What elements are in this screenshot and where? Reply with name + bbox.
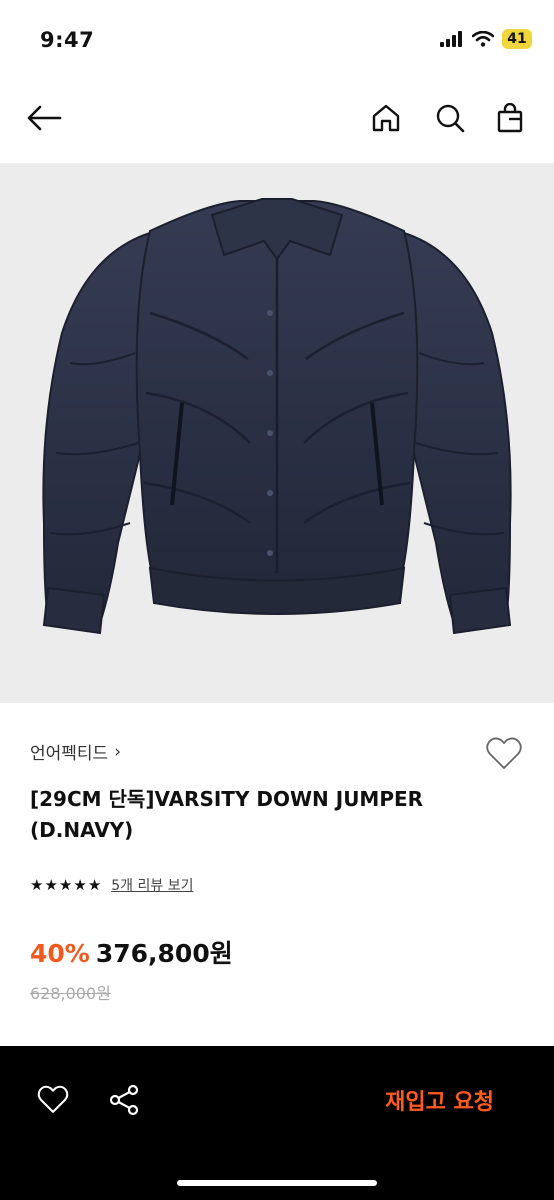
jacket-illustration <box>42 198 512 635</box>
bag-button[interactable] <box>490 98 530 138</box>
star-rating: ★ ★ ★ ★ ★ <box>30 876 101 894</box>
like-button[interactable] <box>31 1078 75 1122</box>
brand-link[interactable]: 언어펙티드 › <box>30 739 122 765</box>
search-icon <box>436 104 465 133</box>
status-icons: 41 <box>440 29 532 49</box>
product-image[interactable] <box>0 163 554 703</box>
discount-rate: 40% <box>30 939 90 968</box>
star-icon: ★ <box>44 876 58 894</box>
search-button[interactable] <box>430 98 470 138</box>
brand-name: 언어펙티드 <box>30 744 109 764</box>
product-title: [29CM 단독]VARSITY DOWN JUMPER (D.NAVY) <box>30 787 424 842</box>
share-icon <box>109 1084 139 1116</box>
star-icon: ★ <box>87 876 102 894</box>
arrow-left-icon <box>27 105 62 131</box>
share-button[interactable] <box>102 1078 146 1122</box>
back-button[interactable] <box>24 98 64 138</box>
restock-request-button[interactable]: 재입고 요청 <box>385 1084 494 1116</box>
status-time: 9:47 <box>40 28 95 52</box>
star-icon: ★ <box>73 876 87 894</box>
heart-outline-icon <box>486 737 522 769</box>
wishlist-button[interactable] <box>484 734 524 774</box>
chevron-right-icon: › <box>114 741 122 762</box>
home-icon <box>372 104 400 132</box>
bottom-action-bar: 재입고 요청 <box>0 1046 554 1200</box>
shopping-bag-icon <box>497 103 523 133</box>
review-link[interactable]: 5개 리뷰 보기 <box>111 875 193 895</box>
price-row: 40% 376,800원 <box>30 934 233 970</box>
battery-indicator: 41 <box>502 29 532 49</box>
sale-price: 376,800원 <box>95 939 233 968</box>
nav-bar <box>0 86 554 152</box>
status-bar: 9:47 41 <box>0 0 554 80</box>
home-indicator <box>177 1180 377 1186</box>
original-price: 628,000원 <box>30 984 111 1003</box>
wifi-icon <box>472 31 494 47</box>
star-icon: ★ <box>58 876 73 894</box>
signal-icon <box>440 31 462 47</box>
home-button[interactable] <box>366 98 406 138</box>
heart-icon <box>37 1085 69 1113</box>
rating-row: ★ ★ ★ ★ ★ 5개 리뷰 보기 <box>30 875 193 895</box>
star-icon: ★ <box>30 876 44 894</box>
